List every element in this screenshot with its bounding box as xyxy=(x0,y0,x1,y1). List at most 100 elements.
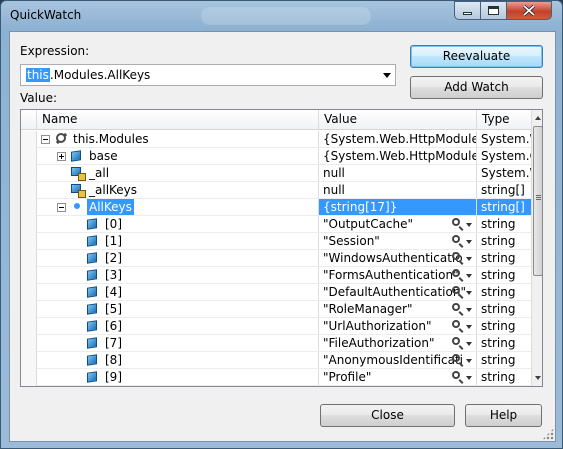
visualizer-button[interactable] xyxy=(450,268,474,282)
column-header-value[interactable]: Value xyxy=(319,110,477,130)
row-gutter xyxy=(21,318,37,335)
title-bar[interactable]: QuickWatch xyxy=(1,1,562,29)
quickwatch-window: QuickWatch Expression: this.Modules.AllK… xyxy=(0,0,563,449)
vertical-scrollbar[interactable] xyxy=(531,110,542,386)
name-cell[interactable]: [3] xyxy=(37,267,319,283)
magnifier-icon xyxy=(452,269,460,277)
collapse-icon[interactable] xyxy=(57,203,66,212)
value-cell[interactable]: null xyxy=(319,165,477,181)
table-row[interactable]: [7] "FileAuthorization" string xyxy=(21,335,531,352)
table-row[interactable]: [1] "Session" string xyxy=(21,233,531,250)
close-button[interactable]: Close xyxy=(320,404,455,427)
table-row[interactable]: [0] "OutputCache" string xyxy=(21,216,531,233)
table-row[interactable]: [2] "WindowsAuthenticatio string xyxy=(21,250,531,267)
name-cell[interactable]: _all xyxy=(37,165,319,181)
table-row[interactable]: _allKeys null string[] xyxy=(21,182,531,199)
row-name: [2] xyxy=(105,251,122,265)
table-row[interactable]: [4] "DefaultAuthentication" string xyxy=(21,284,531,301)
value-cell[interactable]: "FileAuthorization" xyxy=(319,335,477,351)
value-cell[interactable]: "WindowsAuthenticatio xyxy=(319,250,477,266)
value-cell[interactable]: "OutputCache" xyxy=(319,216,477,232)
scroll-thumb[interactable] xyxy=(533,126,542,276)
visualizer-button[interactable] xyxy=(450,234,474,248)
table-row[interactable]: _all null System.W xyxy=(21,165,531,182)
name-cell[interactable]: [2] xyxy=(37,250,319,266)
name-cell[interactable]: AllKeys xyxy=(37,199,319,215)
column-header-name[interactable]: Name xyxy=(37,110,319,130)
help-button[interactable]: Help xyxy=(465,404,542,427)
type-cell: string xyxy=(481,234,516,248)
type-cell: string xyxy=(481,302,516,316)
expand-icon[interactable] xyxy=(57,152,66,161)
value-cell[interactable]: "Profile" xyxy=(319,369,477,385)
name-cell[interactable]: [5] xyxy=(37,301,319,317)
name-cell[interactable]: [4] xyxy=(37,284,319,300)
visualizer-button[interactable] xyxy=(450,302,474,316)
name-cell[interactable]: [8] xyxy=(37,352,319,368)
name-cell[interactable]: [6] xyxy=(37,318,319,334)
value-cell[interactable]: {System.Web.HttpModuleCo xyxy=(319,131,477,147)
value-cell[interactable]: "DefaultAuthentication" xyxy=(319,284,477,300)
visualizer-button[interactable] xyxy=(450,217,474,231)
visualizer-button[interactable] xyxy=(450,353,474,367)
type-cell: string xyxy=(481,268,516,282)
magnifier-icon xyxy=(452,286,460,294)
maximize-button[interactable] xyxy=(480,1,507,20)
add-watch-button[interactable]: Add Watch xyxy=(410,76,543,99)
row-value: "Profile" xyxy=(323,370,372,384)
visualizer-button[interactable] xyxy=(450,370,474,384)
type-cell: string[] xyxy=(481,183,525,197)
dropdown-arrow-icon xyxy=(466,325,472,329)
name-cell[interactable]: this.Modules xyxy=(37,131,319,147)
dropdown-arrow-icon xyxy=(466,342,472,346)
name-cell[interactable]: base xyxy=(37,148,319,164)
grid-header: Name Value Type xyxy=(21,110,531,130)
table-row[interactable]: [5] "RoleManager" string xyxy=(21,301,531,318)
field-icon xyxy=(87,269,97,281)
row-gutter xyxy=(21,182,37,199)
name-cell[interactable]: [7] xyxy=(37,335,319,351)
expression-combobox[interactable]: this.Modules.AllKeys xyxy=(20,64,396,86)
table-row[interactable]: this.Modules {System.Web.HttpModuleCo Syst… xyxy=(21,131,531,148)
collapse-icon[interactable] xyxy=(41,135,50,144)
resize-grip-icon[interactable] xyxy=(542,428,554,440)
dropdown-arrow-icon[interactable] xyxy=(383,73,391,78)
table-row[interactable]: [9] "Profile" string xyxy=(21,369,531,386)
scroll-up-icon[interactable] xyxy=(532,110,542,125)
column-header-type[interactable]: Type xyxy=(477,110,531,130)
name-cell[interactable]: _allKeys xyxy=(37,182,319,198)
name-cell[interactable]: [1] xyxy=(37,233,319,249)
row-gutter xyxy=(21,131,37,148)
reevaluate-button[interactable]: Reevaluate xyxy=(410,45,543,68)
magnifier-icon xyxy=(452,235,460,243)
value-cell[interactable]: "UrlAuthorization" xyxy=(319,318,477,334)
window-title: QuickWatch xyxy=(10,8,82,22)
name-cell[interactable]: [0] xyxy=(37,216,319,232)
visualizer-button[interactable] xyxy=(450,319,474,333)
visualizer-button[interactable] xyxy=(450,285,474,299)
table-row[interactable]: AllKeys {string[17]} string[] xyxy=(21,199,531,216)
minimize-button[interactable] xyxy=(454,1,481,20)
table-row[interactable]: [8] "AnonymousIdentificati string xyxy=(21,352,531,369)
close-window-button[interactable] xyxy=(506,1,552,20)
value-label: Value: xyxy=(20,91,57,105)
value-cell[interactable]: null xyxy=(319,182,477,198)
field-icon xyxy=(87,235,97,247)
row-value: "DefaultAuthentication" xyxy=(323,285,466,299)
value-cell[interactable]: "Session" xyxy=(319,233,477,249)
table-row[interactable]: [3] "FormsAuthentication" string xyxy=(21,267,531,284)
value-cell[interactable]: "AnonymousIdentificati xyxy=(319,352,477,368)
value-cell[interactable]: "RoleManager" xyxy=(319,301,477,317)
scroll-down-icon[interactable] xyxy=(532,371,542,386)
name-cell[interactable]: [9] xyxy=(37,369,319,385)
expression-input[interactable]: this.Modules.AllKeys xyxy=(26,68,150,82)
visualizer-button[interactable] xyxy=(450,251,474,265)
visualizer-button[interactable] xyxy=(450,336,474,350)
value-cell[interactable]: {System.Web.HttpModuleCo xyxy=(319,148,477,164)
wrench-icon xyxy=(71,200,84,213)
value-cell[interactable]: "FormsAuthentication" xyxy=(319,267,477,283)
value-cell[interactable]: {string[17]} xyxy=(319,199,477,215)
table-row[interactable]: base {System.Web.HttpModuleCo System.C xyxy=(21,148,531,165)
table-row[interactable]: [6] "UrlAuthorization" string xyxy=(21,318,531,335)
dropdown-arrow-icon xyxy=(466,359,472,363)
